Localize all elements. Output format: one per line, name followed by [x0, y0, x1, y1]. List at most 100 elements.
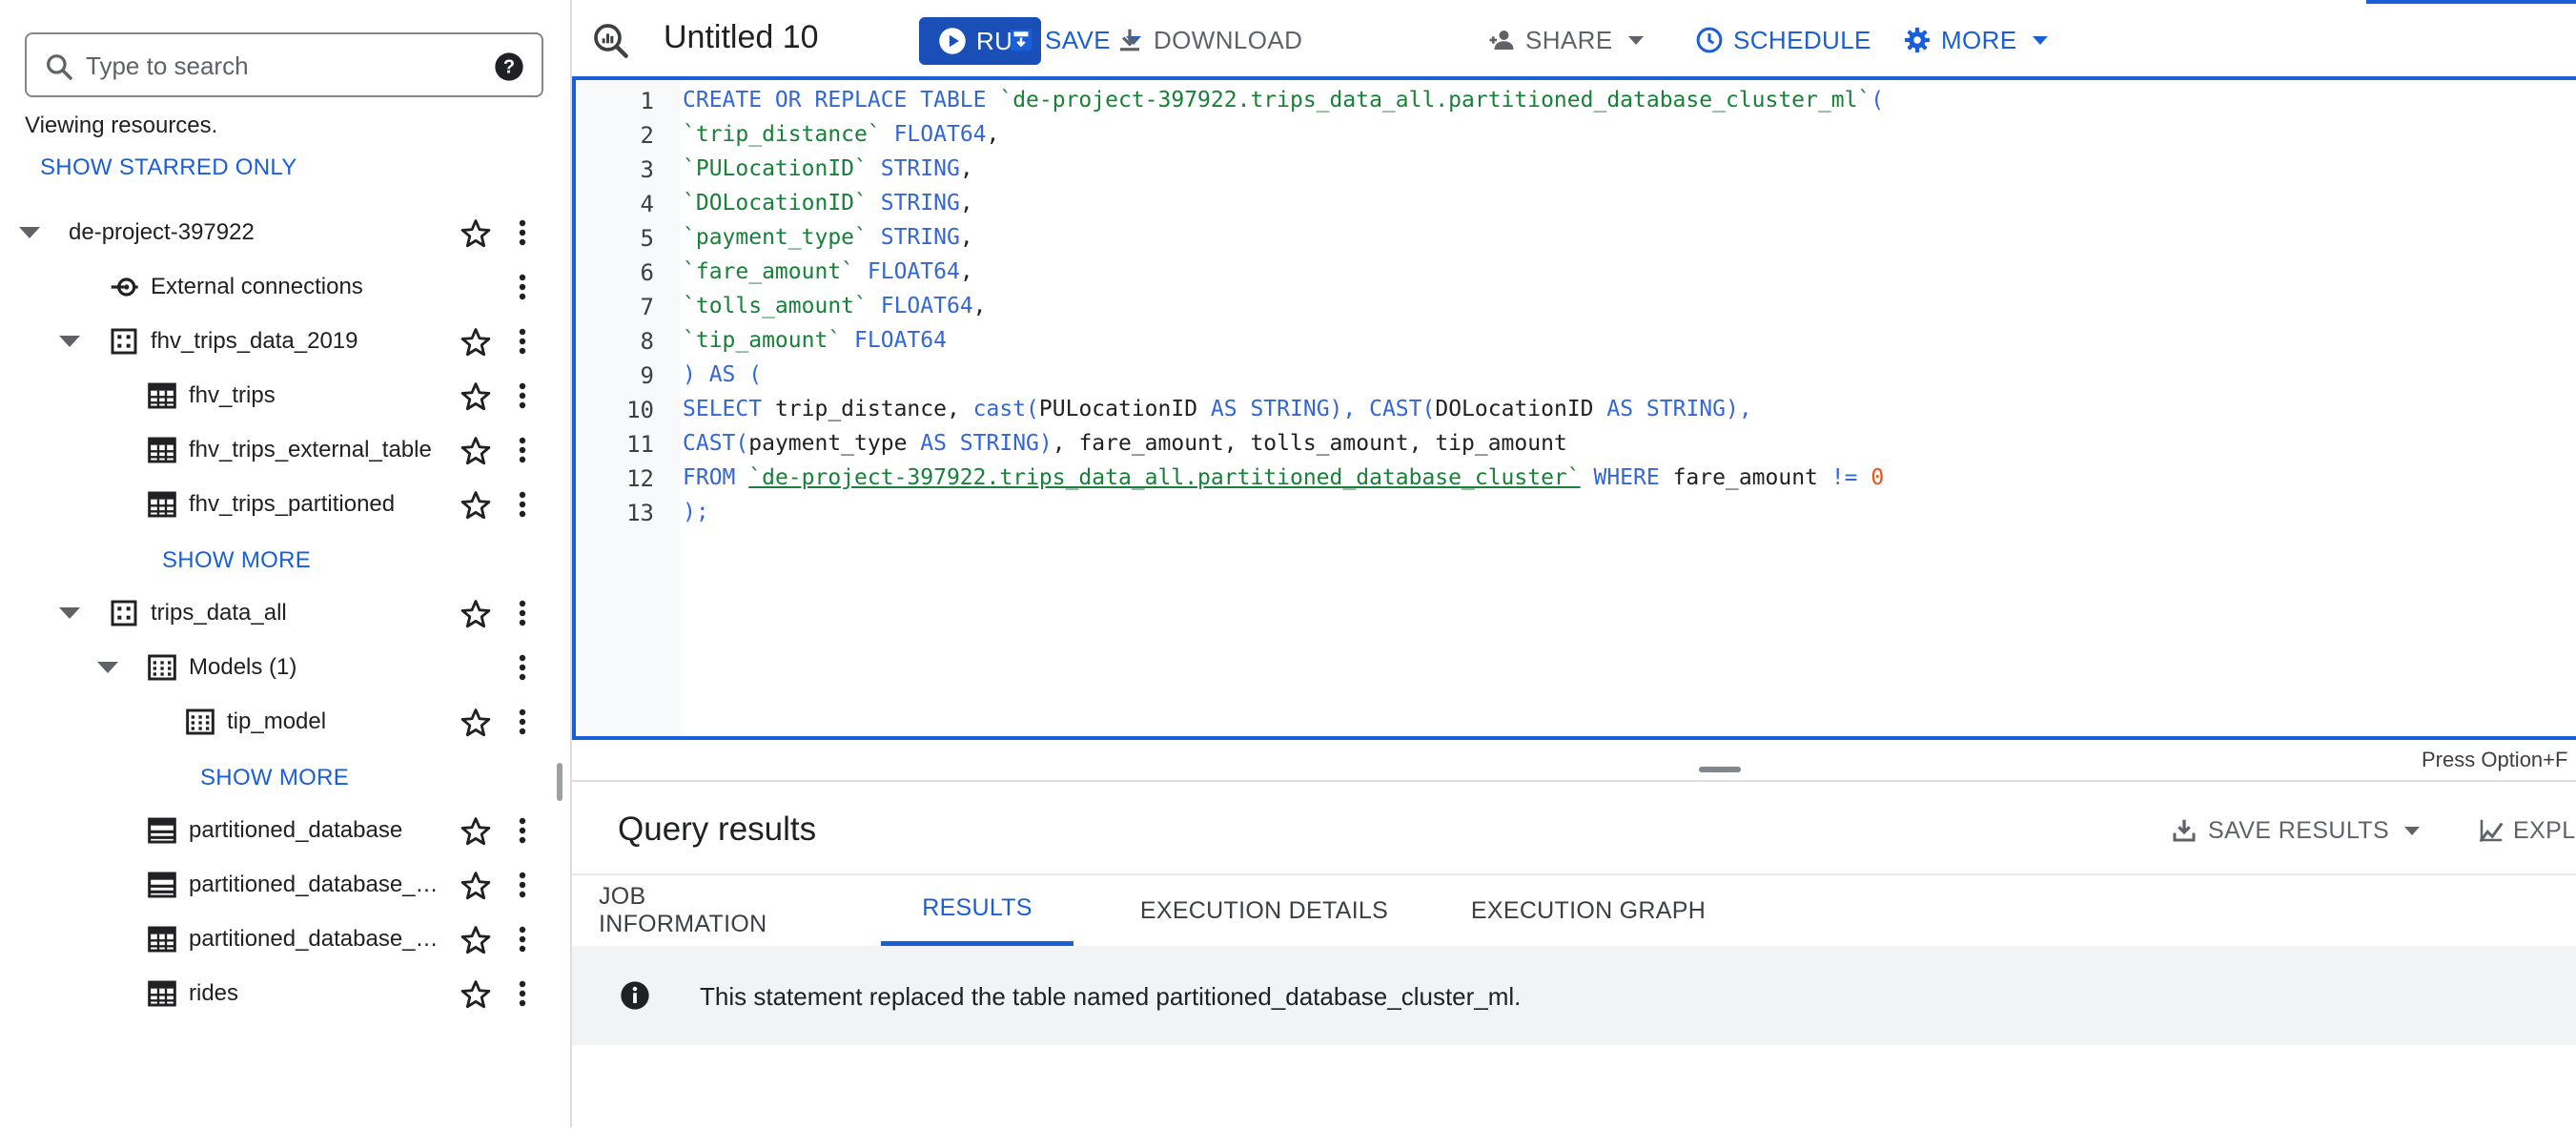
tree-item-label: partitioned_database_cl...: [189, 872, 448, 897]
tab-results[interactable]: RESULTS: [881, 875, 1073, 946]
info-message-bar: This statement replaced the table named …: [572, 946, 2576, 1045]
star-icon[interactable]: [460, 326, 492, 359]
code-line[interactable]: 6 `fare_amount` FLOAT64,: [576, 256, 2576, 290]
share-person-icon: [1489, 31, 1514, 50]
show-starred-only-button[interactable]: SHOW STARRED ONLY: [40, 154, 297, 181]
star-icon[interactable]: [460, 707, 492, 739]
star-icon[interactable]: [460, 978, 492, 1011]
star-icon[interactable]: [460, 598, 492, 630]
partitioned-table-icon: [147, 870, 177, 900]
more-vert-icon[interactable]: [507, 217, 538, 248]
more-vert-icon[interactable]: [507, 924, 538, 955]
search-input[interactable]: [84, 44, 488, 88]
code-line[interactable]: 13);: [576, 496, 2576, 530]
line-number: 6: [640, 259, 654, 286]
code-line[interactable]: 5 `payment_type` STRING,: [576, 221, 2576, 256]
search-icon: [47, 54, 72, 80]
tree-item[interactable]: partitioned_database_cl...: [0, 858, 568, 912]
star-icon[interactable]: [460, 815, 492, 848]
star-icon[interactable]: [460, 870, 492, 902]
star-icon[interactable]: [460, 924, 492, 956]
code-line[interactable]: 9) AS (: [576, 359, 2576, 393]
more-vert-icon[interactable]: [507, 435, 538, 465]
more-vert-icon[interactable]: [507, 272, 538, 302]
code-line[interactable]: 1 CREATE OR REPLACE TABLE `de-project-397…: [576, 84, 2576, 118]
schedule-button[interactable]: SCHEDULE: [1695, 23, 1871, 57]
tree-item[interactable]: rides: [0, 967, 568, 1020]
tab-job-information[interactable]: JOB INFORMATION: [599, 875, 778, 946]
code-line[interactable]: 10 SELECT trip_distance, cast(PULocationI…: [576, 393, 2576, 427]
code-line[interactable]: 3 `PULocationID` STRING,: [576, 153, 2576, 187]
star-icon[interactable]: [460, 217, 492, 250]
dataset-icon: [109, 326, 139, 357]
expand-caret-icon[interactable]: [97, 662, 118, 673]
more-vert-icon[interactable]: [507, 978, 538, 1009]
line-number: 1: [640, 88, 654, 114]
clock-icon: [1696, 27, 1723, 53]
tree-item[interactable]: External connections: [0, 260, 568, 314]
expand-caret-icon[interactable]: [59, 607, 80, 619]
more-vert-icon[interactable]: [507, 380, 538, 411]
tree-item[interactable]: partitioned_database_cl...: [0, 913, 568, 966]
tab-accent-line: [2366, 0, 2576, 4]
panel-resize-handle[interactable]: [557, 763, 562, 801]
results-tabs: JOB INFORMATION RESULTS EXECUTION DETAIL…: [572, 873, 2576, 948]
line-number: 8: [640, 328, 654, 355]
tree-item-label: de-project-397922: [69, 219, 255, 245]
tree-item[interactable]: partitioned_database: [0, 804, 568, 857]
star-icon[interactable]: [460, 435, 492, 467]
tree-item-label: partitioned_database: [189, 817, 403, 843]
status-message: This statement replaced the table named …: [700, 982, 1522, 1011]
code-line[interactable]: 12 FROM `de-project-397922.trips_data_all…: [576, 462, 2576, 496]
line-number: 3: [640, 156, 654, 183]
tree-item[interactable]: de-project-397922: [0, 206, 568, 259]
tab-execution-graph[interactable]: EXECUTION GRAPH: [1438, 875, 1739, 946]
expand-caret-icon[interactable]: [19, 227, 40, 238]
more-button[interactable]: MORE: [1903, 23, 2048, 57]
tree-item[interactable]: fhv_trips: [0, 369, 568, 422]
code-line[interactable]: 8 `tip_amount` FLOAT64: [576, 324, 2576, 359]
tree-item[interactable]: trips_data_all: [0, 586, 568, 640]
show-more-button[interactable]: SHOW MORE: [162, 547, 311, 574]
more-vert-icon[interactable]: [507, 489, 538, 520]
model-icon: [185, 707, 215, 737]
more-vert-icon[interactable]: [507, 598, 538, 628]
star-icon[interactable]: [460, 380, 492, 413]
chevron-down-icon: [2404, 826, 2421, 835]
query-title[interactable]: Untitled 10: [664, 19, 819, 56]
more-vert-icon[interactable]: [507, 707, 538, 737]
more-vert-icon[interactable]: [507, 652, 538, 683]
download-button[interactable]: DOWNLOAD: [1115, 23, 1302, 57]
star-icon[interactable]: [460, 489, 492, 522]
tree-item[interactable]: fhv_trips_data_2019: [0, 315, 568, 368]
tab-execution-details[interactable]: EXECUTION DETAILS: [1121, 875, 1407, 946]
more-vert-icon[interactable]: [507, 815, 538, 846]
download-icon: [2173, 819, 2196, 842]
tree-item-label: partitioned_database_cl...: [189, 926, 448, 952]
info-icon: [621, 981, 649, 1010]
code-text: CAST(payment_type AS STRING), fare_amoun…: [683, 431, 1567, 456]
tree-item[interactable]: Models (1): [0, 641, 568, 694]
share-button[interactable]: SHARE: [1487, 23, 1644, 57]
tree-item[interactable]: tip_model: [0, 695, 568, 749]
expand-caret-icon[interactable]: [59, 336, 80, 347]
search-box[interactable]: ?: [25, 32, 543, 97]
code-line[interactable]: 7 `tolls_amount` FLOAT64,: [576, 290, 2576, 324]
more-vert-icon[interactable]: [507, 326, 538, 357]
more-vert-icon[interactable]: [507, 870, 538, 900]
code-line[interactable]: 11 CAST(payment_type AS STRING), fare_amo…: [576, 427, 2576, 462]
explore-data-button[interactable]: EXPL: [2477, 816, 2576, 845]
help-icon[interactable]: ?: [494, 51, 524, 82]
tree-item-label: fhv_trips_data_2019: [151, 328, 358, 354]
sql-editor[interactable]: 1 CREATE OR REPLACE TABLE `de-project-397…: [572, 76, 2576, 740]
tree-item[interactable]: fhv_trips_partitioned: [0, 478, 568, 531]
show-more-button[interactable]: SHOW MORE: [200, 765, 349, 791]
tree-item[interactable]: fhv_trips_external_table: [0, 423, 568, 477]
code-line[interactable]: 2 `trip_distance` FLOAT64,: [576, 118, 2576, 153]
viewing-resources-text: Viewing resources.: [25, 113, 218, 138]
split-drag-handle[interactable]: [1699, 767, 1741, 772]
tree-item-label: fhv_trips_external_table: [189, 437, 432, 462]
code-line[interactable]: 4 `DOLocationID` STRING,: [576, 187, 2576, 221]
save-results-button[interactable]: SAVE RESULTS: [2170, 816, 2421, 845]
code-text: FROM `de-project-397922.trips_data_all.p…: [683, 465, 1885, 490]
